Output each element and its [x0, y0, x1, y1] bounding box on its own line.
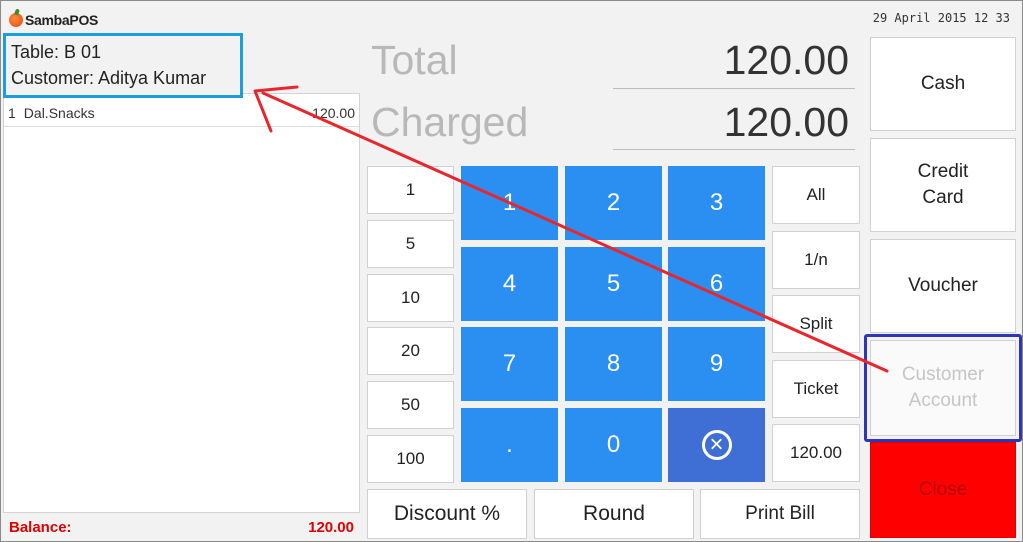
- datetime-display: 29 April 2015 12 33: [872, 11, 1010, 25]
- credit-card-line1: Credit: [917, 161, 969, 182]
- split-ticket-button[interactable]: Ticket: [772, 360, 860, 418]
- amount-button-5[interactable]: 5: [367, 220, 454, 268]
- voucher-button[interactable]: Voucher: [870, 239, 1016, 333]
- customer-account-line2: Account: [908, 390, 978, 411]
- item-name: Dal.Snacks: [23, 105, 95, 121]
- amount-button-20[interactable]: 20: [367, 327, 454, 375]
- ticket-item-row[interactable]: 1 Dal.Snacks 120.00: [4, 100, 359, 127]
- table-label: Table: B 01: [11, 42, 102, 62]
- balance-label: Balance:: [9, 518, 72, 536]
- charged-divider: [613, 149, 855, 150]
- split-1n-button[interactable]: 1/n: [772, 231, 860, 289]
- credit-card-line2: Card: [922, 187, 964, 208]
- round-button[interactable]: Round: [534, 489, 694, 539]
- split-button[interactable]: Split: [772, 295, 860, 353]
- numpad-key-4[interactable]: 4: [461, 247, 558, 321]
- numpad-key-9[interactable]: 9: [668, 327, 765, 401]
- balance-bar: Balance: 120.00: [3, 513, 360, 541]
- numpad-key-6[interactable]: 6: [668, 247, 765, 321]
- numpad-key-0[interactable]: 0: [565, 408, 662, 482]
- cash-button[interactable]: Cash: [870, 37, 1016, 131]
- customer-account-button[interactable]: Customer Account: [870, 340, 1016, 436]
- total-label: Total: [371, 37, 458, 83]
- total-divider: [613, 88, 855, 89]
- tomato-logo-icon: [9, 13, 23, 27]
- sambapos-logo: SambaPOS: [9, 10, 98, 30]
- credit-card-button[interactable]: Credit Card: [870, 138, 1016, 232]
- numpad-clear-button[interactable]: ×: [668, 408, 765, 482]
- amount-button-1[interactable]: 1: [367, 166, 454, 214]
- close-button[interactable]: Close: [870, 442, 1016, 538]
- clear-x-icon: ×: [701, 430, 732, 460]
- sambapos-window: SambaPOS 29 April 2015 12 33 1 Dal.Snacks…: [0, 0, 1023, 542]
- customer-label: Customer: Aditya Kumar: [11, 68, 207, 88]
- split-all-button[interactable]: All: [772, 166, 860, 224]
- numpad-key-3[interactable]: 3: [668, 166, 765, 240]
- ticket-items-panel: 1 Dal.Snacks 120.00: [3, 93, 360, 513]
- amount-button-10[interactable]: 10: [367, 274, 454, 322]
- numpad-key-2[interactable]: 2: [565, 166, 662, 240]
- split-amount-button[interactable]: 120.00: [772, 424, 860, 482]
- amount-button-100[interactable]: 100: [367, 435, 454, 483]
- numpad-key-7[interactable]: 7: [461, 327, 558, 401]
- discount-button[interactable]: Discount %: [367, 489, 527, 539]
- charged-value: 120.00: [723, 99, 849, 145]
- balance-value: 120.00: [308, 518, 354, 536]
- charged-label: Charged: [371, 99, 529, 145]
- ticket-info-highlight: Table: B 01 Customer: Aditya Kumar: [3, 33, 243, 98]
- item-quantity: 1: [8, 105, 16, 121]
- amount-button-50[interactable]: 50: [367, 381, 454, 429]
- numpad-key-1[interactable]: 1: [461, 166, 558, 240]
- numpad-key-8[interactable]: 8: [565, 327, 662, 401]
- numpad-key-decimal[interactable]: .: [461, 408, 558, 482]
- print-bill-button[interactable]: Print Bill: [700, 489, 860, 539]
- customer-account-line1: Customer: [901, 364, 985, 385]
- numpad-key-5[interactable]: 5: [565, 247, 662, 321]
- item-price: 120.00: [312, 105, 355, 121]
- app-name: SambaPOS: [25, 12, 99, 28]
- total-value: 120.00: [723, 37, 849, 83]
